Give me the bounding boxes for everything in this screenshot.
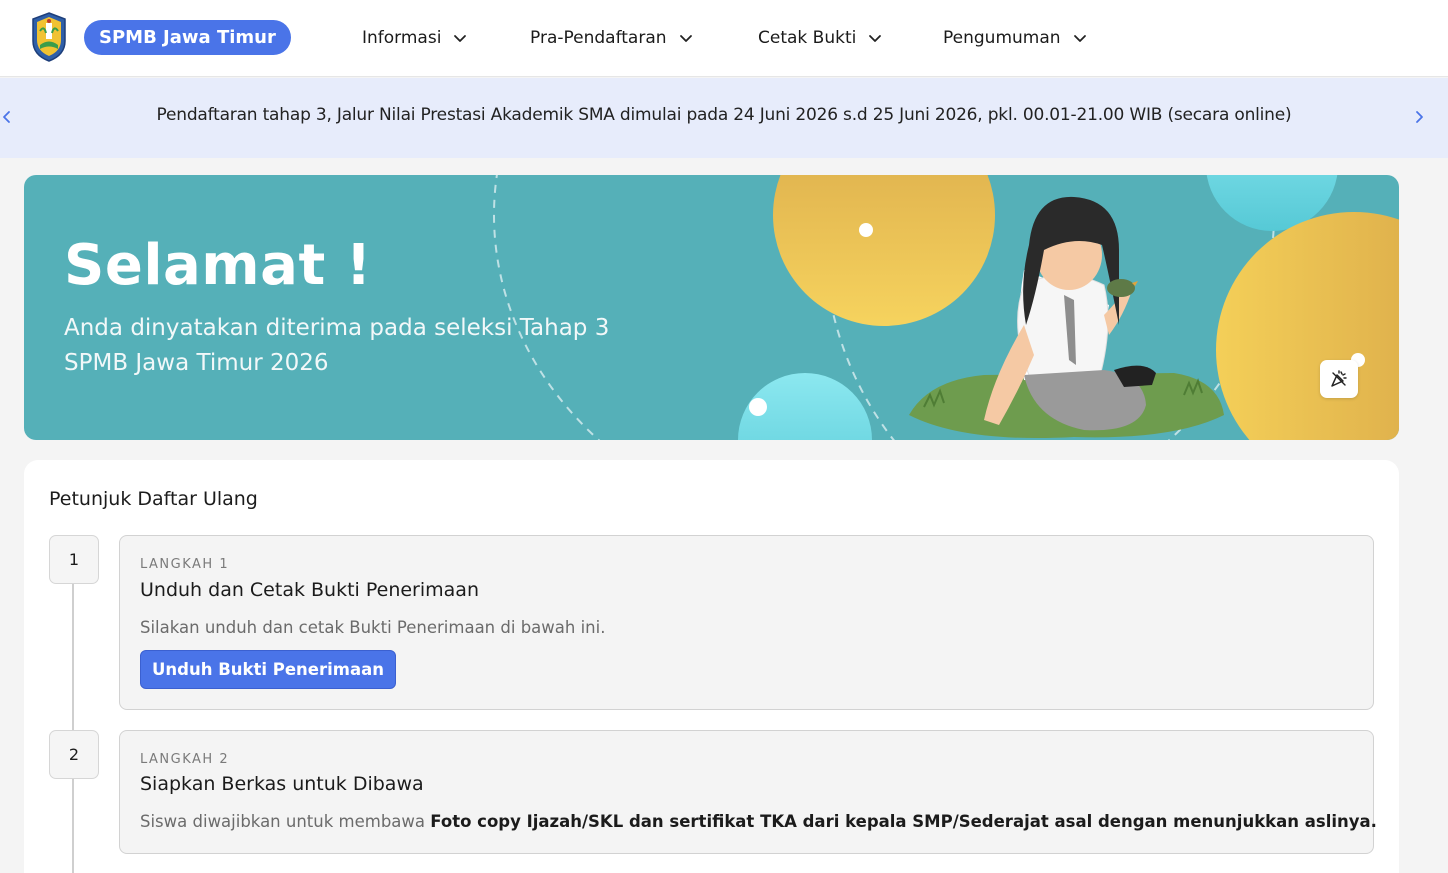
confetti-button[interactable] [1320, 360, 1358, 398]
timeline-connector [72, 580, 74, 873]
nav-pra-pendaftaran-label: Pra-Pendaftaran [530, 28, 667, 48]
hero-subtitle-line-2: SPMB Jawa Timur 2026 [64, 350, 329, 376]
party-popper-icon [1331, 370, 1347, 387]
chevron-down-icon [454, 35, 467, 42]
step-description-emphasis: Foto copy Ijazah/SKL dan sertifikat TKA … [430, 812, 1377, 831]
chevron-down-icon [1073, 35, 1086, 42]
chevron-right-icon[interactable] [1412, 106, 1426, 128]
step-number-2: 2 [49, 730, 99, 779]
step-kicker: LANGKAH 1 [140, 557, 230, 572]
nav-informasi-label: Informasi [362, 28, 442, 48]
hero-subtitle: Anda dinyatakan diterima pada seleksi Ta… [64, 311, 664, 381]
congratulations-banner: Selamat ! Anda dinyatakan diterima pada … [24, 175, 1399, 440]
nav-informasi[interactable]: Informasi [362, 24, 467, 52]
top-header: SPMB Jawa Timur Informasi Pra-Pendaftara… [0, 0, 1448, 77]
nav-pengumuman[interactable]: Pengumuman [943, 24, 1087, 52]
announcement-text: Pendaftaran tahap 3, Jalur Nilai Prestas… [156, 105, 1292, 125]
step-title: Siapkan Berkas untuk Dibawa [140, 773, 424, 795]
re-registration-guide-card: Petunjuk Daftar Ulang 1 LANGKAH 1 Unduh … [24, 460, 1399, 873]
guide-title: Petunjuk Daftar Ulang [49, 488, 258, 510]
east-java-emblem-icon[interactable] [30, 11, 68, 63]
nav-pengumuman-label: Pengumuman [943, 28, 1061, 48]
nav-pra-pendaftaran[interactable]: Pra-Pendaftaran [530, 24, 693, 52]
step-card-1: LANGKAH 1 Unduh dan Cetak Bukti Penerima… [119, 535, 1374, 710]
download-receipt-button[interactable]: Unduh Bukti Penerimaan [140, 650, 396, 689]
hero-subtitle-line-1: Anda dinyatakan diterima pada seleksi Ta… [64, 315, 610, 341]
nav-cetak-bukti-label: Cetak Bukti [758, 28, 857, 48]
nav-cetak-bukti[interactable]: Cetak Bukti [758, 24, 882, 52]
banner-illustration [493, 175, 1399, 440]
hero-title: Selamat ! [64, 233, 372, 298]
step-description: Siswa diwajibkan untuk membawa Foto copy… [140, 812, 1377, 831]
chevron-down-icon [869, 35, 882, 42]
chevron-down-icon [679, 35, 692, 42]
step-description: Silakan unduh dan cetak Bukti Penerimaan… [140, 618, 606, 637]
brand-pill[interactable]: SPMB Jawa Timur [84, 20, 291, 55]
announcement-carousel: Pendaftaran tahap 3, Jalur Nilai Prestas… [0, 78, 1448, 158]
step-kicker: LANGKAH 2 [140, 752, 230, 767]
step-description-text: Siswa diwajibkan untuk membawa [140, 812, 431, 831]
step-number-1: 1 [49, 535, 99, 584]
step-card-2: LANGKAH 2 Siapkan Berkas untuk Dibawa Si… [119, 730, 1377, 854]
step-title: Unduh dan Cetak Bukti Penerimaan [140, 579, 479, 601]
